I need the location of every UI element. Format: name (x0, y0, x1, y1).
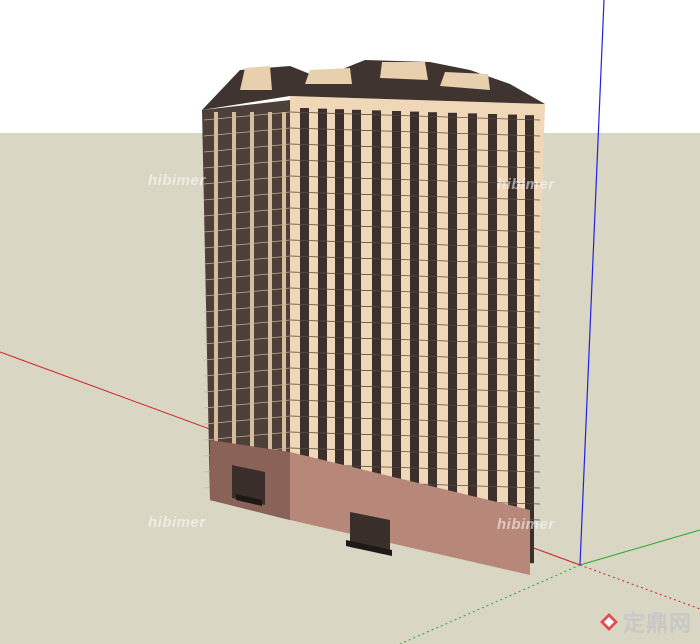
red-axis-dotted (579, 564, 700, 610)
watermark-bottom-left: hibimer (148, 514, 206, 531)
watermark-top-left: hibimer (148, 172, 206, 189)
brand-name: 定鼎网 (622, 612, 692, 637)
window-column (335, 109, 344, 518)
pilaster (214, 112, 218, 492)
diamond-logo-icon (599, 613, 618, 631)
green-axis (579, 529, 700, 566)
building-scene (0, 0, 700, 644)
pilaster (232, 112, 236, 492)
entrance-left (232, 465, 265, 506)
window-column (352, 109, 361, 522)
brand-logo: 定鼎网 (599, 606, 692, 638)
watermark-bottom-right: hibimer (497, 516, 555, 533)
pilaster (250, 112, 254, 492)
pilaster (282, 112, 286, 492)
window-column (448, 112, 457, 545)
watermark-top-right: hibimer (497, 176, 555, 193)
window-column (372, 110, 381, 527)
green-axis-dotted (399, 564, 581, 644)
model-viewport[interactable]: hibimer hibimer hibimer hibimer 定鼎网 (0, 0, 700, 644)
window-column (428, 112, 437, 541)
blue-axis (579, 0, 605, 566)
pilaster (268, 112, 272, 492)
window-column (488, 114, 497, 554)
window-column (318, 108, 327, 513)
window-column (468, 113, 477, 550)
window-column (392, 111, 401, 531)
